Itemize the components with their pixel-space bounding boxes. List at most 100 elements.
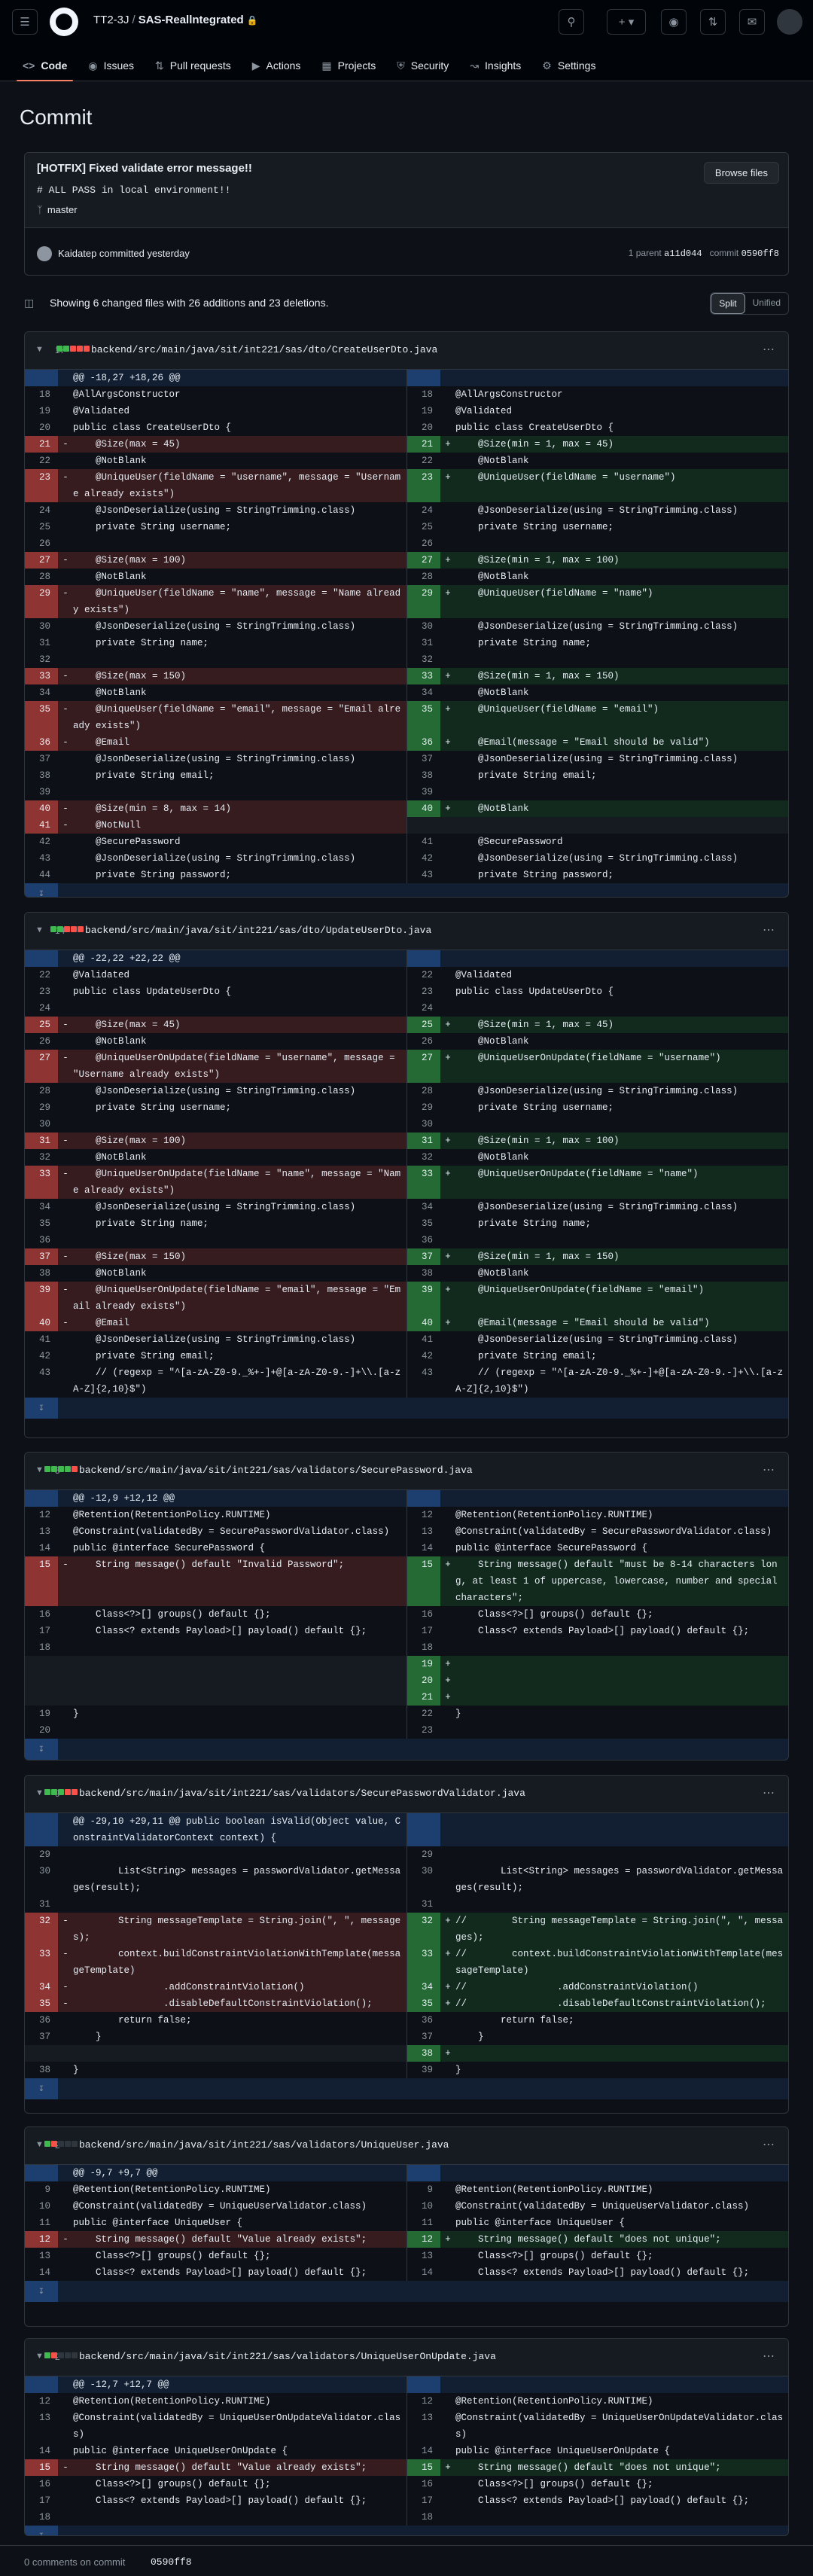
line-number[interactable]: 27 [407,1050,440,1083]
chevron-down-icon[interactable]: ▼ [35,925,44,934]
chevron-down-icon[interactable]: ▼ [35,345,44,354]
line-number[interactable]: 39 [407,784,440,800]
line-number[interactable]: 41 [407,834,440,850]
line-number[interactable]: 16 [407,2476,440,2492]
line-number[interactable]: 42 [407,1348,440,1364]
line-number[interactable]: 13 [25,2410,58,2443]
line-number[interactable]: 12 [25,1507,58,1523]
menu-icon[interactable]: ☰ [12,9,38,35]
line-number[interactable]: 24 [407,1000,440,1017]
line-number[interactable]: 12 [25,2393,58,2410]
hunk-header[interactable]: @@ -12,7 +12,7 @@ [25,2376,406,2393]
line-number[interactable]: 26 [25,535,58,552]
line-number[interactable]: 42 [25,1348,58,1364]
line-number[interactable]: 22 [407,453,440,469]
line-number[interactable]: 29 [25,1846,58,1863]
line-number[interactable]: 39 [25,784,58,800]
line-number[interactable]: 14 [407,2264,440,2281]
line-number[interactable]: 22 [25,967,58,983]
expand-down-icon[interactable]: ↧ [25,2078,58,2099]
line-number[interactable]: 36 [407,2012,440,2029]
line-number[interactable]: 12 [407,2231,440,2248]
line-number[interactable]: 30 [407,1116,440,1133]
repo-link[interactable]: SAS-Reallntegrated [139,14,244,26]
line-number[interactable]: 14 [25,2264,58,2281]
line-number[interactable]: 36 [407,1232,440,1248]
line-number[interactable]: 26 [407,535,440,552]
line-number[interactable]: 20 [25,1722,58,1739]
line-number[interactable]: 44 [25,867,58,883]
line-number[interactable]: 32 [407,1149,440,1166]
line-number[interactable] [25,1672,58,1689]
hunk-header[interactable]: @@ -12,9 +12,12 @@ [25,1490,406,1507]
github-logo-icon[interactable] [50,8,78,36]
line-number[interactable]: 30 [25,1116,58,1133]
line-number[interactable]: 32 [25,1913,58,1946]
tab-insights[interactable]: ↝ Insights [459,50,531,81]
line-number[interactable]: 43 [407,867,440,883]
line-number[interactable]: 36 [25,734,58,751]
line-number[interactable]: 37 [25,2029,58,2045]
line-number[interactable] [407,950,440,967]
line-number[interactable]: 21 [407,1689,440,1706]
expand-row[interactable]: ↧ [25,1398,788,1419]
line-number[interactable]: 30 [407,1863,440,1896]
line-number[interactable]: 15 [407,1556,440,1606]
line-number[interactable]: 12 [407,2393,440,2410]
line-number[interactable] [25,2165,58,2181]
line-number[interactable]: 42 [407,850,440,867]
expand-row[interactable]: ↧ [25,1739,788,1760]
line-number[interactable]: 22 [25,453,58,469]
line-number[interactable] [25,1656,58,1672]
author-avatar[interactable] [37,246,52,261]
expand-row[interactable]: ↧ [25,2078,788,2099]
line-number[interactable]: 23 [25,469,58,502]
line-number[interactable]: 31 [407,635,440,651]
line-number[interactable]: 30 [407,618,440,635]
line-number[interactable]: 35 [407,1215,440,1232]
expand-row[interactable]: ↧ [25,2281,788,2302]
line-number[interactable]: 31 [407,1896,440,1913]
line-number[interactable]: 33 [25,1166,58,1199]
line-number[interactable]: 33 [407,668,440,684]
line-number[interactable]: 27 [25,552,58,569]
line-number[interactable]: 25 [407,519,440,535]
more-options-icon[interactable]: ⋯ [763,2349,775,2364]
line-number[interactable]: 40 [25,1315,58,1331]
line-number[interactable]: 36 [407,734,440,751]
line-number[interactable]: 38 [407,1265,440,1282]
more-options-icon[interactable]: ⋯ [763,2137,775,2152]
line-number[interactable]: 15 [25,1556,58,1606]
line-number[interactable]: 33 [407,1946,440,1979]
chevron-down-icon[interactable]: ▼ [35,2140,44,2149]
line-number[interactable] [25,1490,58,1507]
line-number[interactable]: 37 [25,751,58,767]
expand-down-icon[interactable]: ↧ [25,2526,58,2535]
line-number[interactable]: 41 [25,817,58,834]
chevron-down-icon[interactable]: ▼ [35,1465,44,1474]
expand-row[interactable]: ↧ [25,883,788,897]
line-number[interactable]: 40 [407,1315,440,1331]
line-number[interactable]: 13 [407,2410,440,2443]
line-number[interactable]: 34 [25,1979,58,1995]
line-number[interactable]: 25 [25,519,58,535]
issues-icon[interactable]: ◉ [661,9,687,35]
tab-code[interactable]: <> Code [12,50,78,81]
line-number[interactable]: 9 [25,2181,58,2198]
line-number[interactable]: 20 [407,419,440,436]
line-number[interactable]: 13 [25,1523,58,1540]
line-number[interactable]: 14 [25,1540,58,1556]
line-number[interactable] [407,1813,440,1846]
tab-actions[interactable]: ▶ Actions [242,50,312,81]
line-number[interactable]: 30 [25,1863,58,1896]
line-number[interactable]: 12 [25,2231,58,2248]
line-number[interactable]: 23 [407,983,440,1000]
line-number[interactable]: 28 [407,1083,440,1099]
line-number[interactable]: 43 [25,850,58,867]
hunk-header[interactable]: @@ -18,27 +18,26 @@ [25,370,406,386]
line-number[interactable]: 27 [25,1050,58,1083]
line-number[interactable]: 31 [25,635,58,651]
line-number[interactable] [407,370,440,386]
line-number[interactable]: 32 [25,1149,58,1166]
hunk-header[interactable] [407,370,788,386]
